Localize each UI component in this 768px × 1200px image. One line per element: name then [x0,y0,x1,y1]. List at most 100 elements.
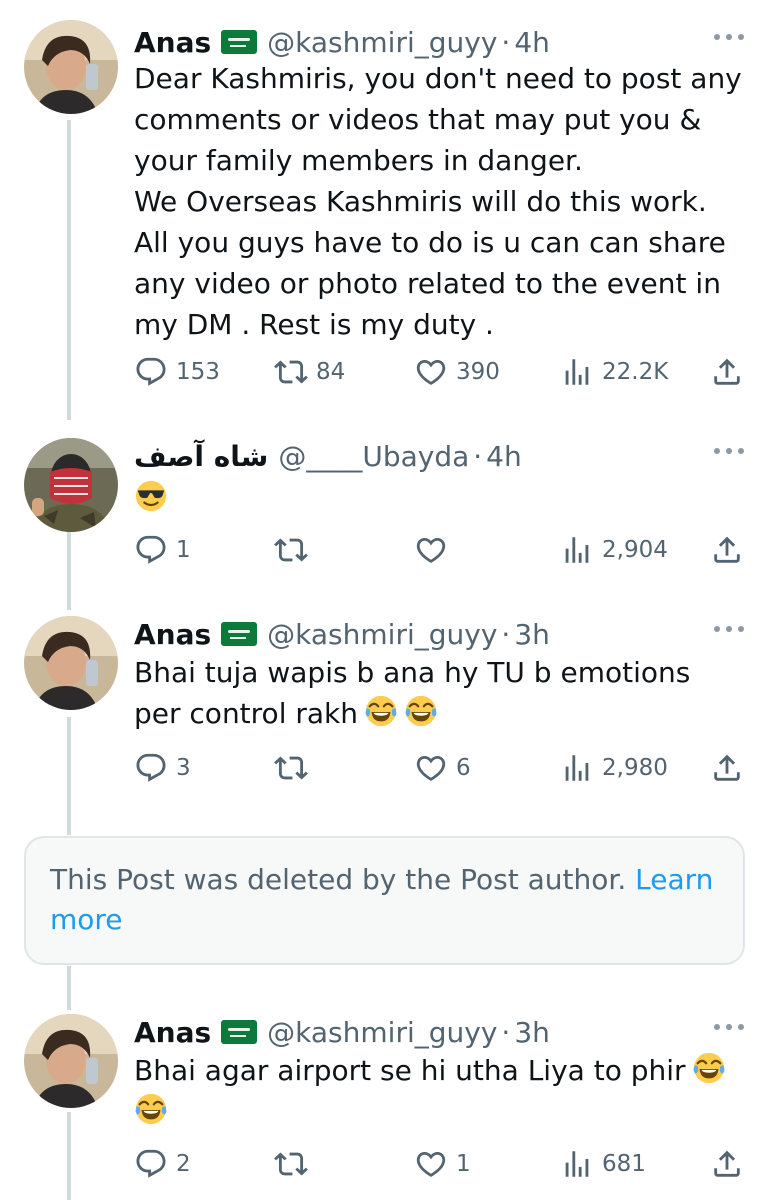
post-text-line: We Overseas Kashmiris will do this work. [134,185,707,218]
views-icon [560,1147,594,1181]
post-header: شاه آصف @____Ubayda · 4h [134,434,522,478]
like-button[interactable]: 1 [414,1144,471,1184]
sunglasses-smiley-emoji [134,479,168,513]
post-text-line: Bhai agar airport se hi utha Liya to phi… [134,1050,744,1091]
post[interactable]: شاه آصف @____Ubayda · 4h 1 2,904 [0,434,768,584]
separator-dot: · [501,617,511,651]
post-text: Bhai agar airport se hi utha Liya to phi… [134,1050,744,1132]
saudi-flag-icon [221,30,258,54]
post-time[interactable]: 4h [514,26,550,59]
repost-button[interactable] [274,530,316,570]
action-bar: 2 1 681 [134,1144,744,1184]
reply-count: 2 [176,1151,191,1177]
heart-icon [414,533,448,567]
reply-button[interactable]: 3 [134,748,191,788]
post-text-line: comments or videos that may put you & [134,103,702,136]
reply-icon [134,1147,168,1181]
share-button[interactable] [710,530,744,570]
display-name[interactable]: Anas [134,1016,211,1049]
share-icon [710,355,744,389]
views-icon [560,355,594,389]
post-header: Anas @kashmiri_guyy · 3h [134,612,550,656]
user-handle[interactable]: @kashmiri_guyy [267,618,497,651]
action-bar: 1 2,904 [134,530,744,570]
deleted-post-text: This Post was deleted by the Post author… [50,863,627,896]
share-button[interactable] [710,352,744,392]
views-icon [560,751,594,785]
avatar[interactable] [24,20,118,114]
views-button[interactable]: 2,904 [560,530,668,570]
reply-button[interactable]: 153 [134,352,220,392]
saudi-flag-icon [221,1020,258,1044]
tears-of-joy-emoji [364,694,398,728]
reply-button[interactable]: 2 [134,1144,191,1184]
avatar[interactable] [24,616,118,710]
post-text: Bhai tuja wapis b ana hy TU b emotions p… [134,652,744,734]
post[interactable]: Anas @kashmiri_guyy · 3h Bhai tuja wapis… [0,612,768,812]
heart-icon [414,355,448,389]
repost-button[interactable]: 84 [274,352,345,392]
repost-icon [274,533,308,567]
post-header: Anas @kashmiri_guyy · 3h [134,1010,550,1054]
reply-button[interactable]: 1 [134,530,191,570]
repost-count: 84 [316,359,346,385]
repost-button[interactable] [274,1144,316,1184]
user-handle[interactable]: @kashmiri_guyy [267,1016,497,1049]
post-time[interactable]: 3h [514,1016,550,1049]
views-button[interactable]: 22.2K [560,352,668,392]
user-handle[interactable]: @____Ubayda [278,440,469,473]
views-button[interactable]: 681 [560,1144,646,1184]
views-icon [560,533,594,567]
post-time[interactable]: 4h [486,440,522,473]
share-icon [710,1147,744,1181]
post-text-line: Bhai tuja wapis b ana hy TU b emotions [134,656,691,689]
saudi-flag-icon [221,622,258,646]
post-text-fragment: per control rakh [134,697,358,730]
views-button[interactable]: 2,980 [560,748,668,788]
share-button[interactable] [710,1144,744,1184]
separator-dot: · [501,25,511,59]
more-options-icon[interactable] [714,34,744,44]
reply-count: 1 [176,537,191,563]
tears-of-joy-emoji [404,694,438,728]
tears-of-joy-emoji [692,1051,726,1085]
more-options-icon[interactable] [714,448,744,458]
post-time[interactable]: 3h [514,618,550,651]
post[interactable]: Anas @kashmiri_guyy · 3h Bhai agar airpo… [0,1010,768,1200]
post-text-line: per control rakh [134,693,744,734]
post[interactable]: Anas @kashmiri_guyy · 4h Dear Kashmiris,… [0,20,768,420]
avatar[interactable] [24,438,118,532]
like-button[interactable] [414,530,456,570]
like-count: 1 [456,1151,471,1177]
post-text-line: your family members in danger. [134,144,583,177]
like-button[interactable]: 390 [414,352,500,392]
display-name[interactable]: Anas [134,618,211,651]
tears-of-joy-emoji [134,1092,168,1126]
more-options-icon[interactable] [714,626,744,636]
share-button[interactable] [710,748,744,788]
deleted-post-notice: This Post was deleted by the Post author… [24,836,745,965]
display-name[interactable]: شاه آصف [134,440,268,473]
reply-thread: Anas @kashmiri_guyy · 4h Dear Kashmiris,… [0,0,768,1200]
view-count: 2,904 [602,537,668,563]
like-button[interactable]: 6 [414,748,471,788]
reply-icon [134,533,168,567]
like-count: 6 [456,755,471,781]
post-text-line [134,1091,744,1132]
action-bar: 3 6 2,980 [134,748,744,788]
reply-icon [134,751,168,785]
post-text-line: any video or photo related to the event … [134,267,721,300]
avatar[interactable] [24,1014,118,1108]
view-count: 2,980 [602,755,668,781]
post-text [134,478,744,519]
user-handle[interactable]: @kashmiri_guyy [267,26,497,59]
view-count: 681 [602,1151,646,1177]
share-icon [710,533,744,567]
more-options-icon[interactable] [714,1024,744,1034]
separator-dot: · [501,1015,511,1049]
repost-button[interactable] [274,748,316,788]
reply-icon [134,355,168,389]
repost-icon [274,751,308,785]
post-text-line: All you guys have to do is u can can sha… [134,226,726,259]
display-name[interactable]: Anas [134,26,211,59]
